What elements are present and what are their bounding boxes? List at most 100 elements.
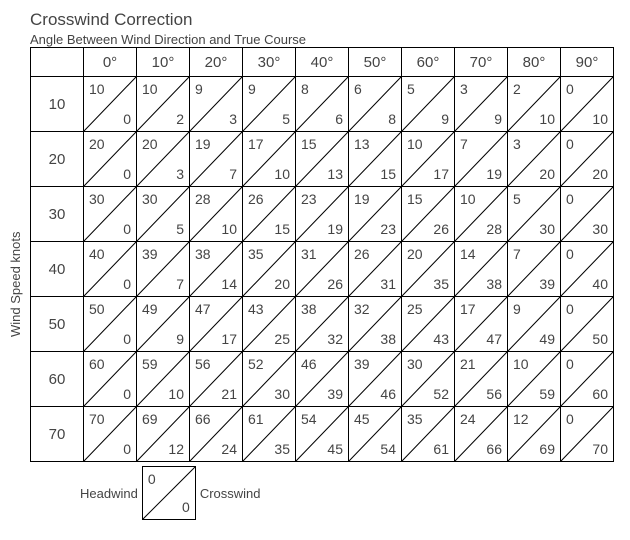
crosswind-value: 30	[592, 221, 608, 237]
data-cell: 3520	[243, 242, 296, 297]
crosswind-value: 21	[221, 386, 237, 402]
data-cell: 300	[84, 187, 137, 242]
data-cell: 200	[84, 132, 137, 187]
column-header: 0°	[84, 48, 137, 77]
headwind-value: 39	[354, 356, 370, 372]
headwind-value: 52	[248, 356, 264, 372]
crosswind-value: 19	[486, 166, 502, 182]
crosswind-value: 7	[176, 276, 184, 292]
headwind-value: 13	[354, 136, 370, 152]
data-cell: 6624	[190, 407, 243, 462]
column-header: 50°	[349, 48, 402, 77]
data-cell: 3052	[402, 352, 455, 407]
headwind-value: 5	[513, 191, 521, 207]
headwind-value: 30	[142, 191, 158, 207]
row-header: 50	[31, 297, 84, 352]
headwind-value: 14	[460, 246, 476, 262]
data-cell: 719	[455, 132, 508, 187]
data-cell: 95	[243, 77, 296, 132]
data-cell: 14 38	[455, 242, 508, 297]
table-row: 6060059105621523046393946305221561059060	[31, 352, 614, 407]
headwind-value: 10	[142, 81, 158, 97]
data-cell: 397	[137, 242, 190, 297]
data-cell: 5445	[296, 407, 349, 462]
data-cell: 4639	[296, 352, 349, 407]
headwind-value: 38	[301, 301, 317, 317]
headwind-value: 20	[407, 246, 423, 262]
crosswind-value: 6	[335, 111, 343, 127]
data-cell: 320	[508, 132, 561, 187]
crosswind-value: 28	[486, 221, 502, 237]
headwind-value: 35	[407, 411, 423, 427]
headwind-value: 61	[248, 411, 264, 427]
headwind-value: 24	[460, 411, 476, 427]
headwind-value: 0	[566, 246, 574, 262]
table-row: 10100102939586685939210010	[31, 77, 614, 132]
crosswind-value: 9	[494, 111, 502, 127]
column-header: 10°	[137, 48, 190, 77]
data-cell: 499	[137, 297, 190, 352]
data-cell: 3126	[296, 242, 349, 297]
headwind-value: 59	[142, 356, 158, 372]
data-cell: 5910	[137, 352, 190, 407]
table-row: 40400397381435203126263120351438739040	[31, 242, 614, 297]
crosswind-value: 19	[327, 221, 343, 237]
headwind-value: 70	[89, 411, 105, 427]
crosswind-value: 26	[327, 276, 343, 292]
headwind-value: 32	[354, 301, 370, 317]
headwind-value: 56	[195, 356, 211, 372]
crosswind-value: 66	[486, 441, 502, 457]
data-cell: 739	[508, 242, 561, 297]
headwind-value: 3	[513, 136, 521, 152]
crosswind-value: 17	[221, 331, 237, 347]
data-cell: 2810	[190, 187, 243, 242]
column-header: 30°	[243, 48, 296, 77]
headwind-value: 0	[566, 411, 574, 427]
data-cell: 6135	[243, 407, 296, 462]
crosswind-value: 17	[433, 166, 449, 182]
data-cell: 100	[84, 77, 137, 132]
crosswind-value: 69	[539, 441, 555, 457]
data-cell: 5230	[243, 352, 296, 407]
headwind-value: 30	[407, 356, 423, 372]
data-cell: 1747	[455, 297, 508, 352]
crosswind-value: 13	[327, 166, 343, 182]
headwind-value: 0	[566, 301, 574, 317]
crosswind-value: 7	[229, 166, 237, 182]
data-cell: 2543	[402, 297, 455, 352]
headwind-value: 35	[248, 246, 264, 262]
headwind-value: 5	[407, 81, 415, 97]
corner-cell	[31, 48, 84, 77]
column-header: 70°	[455, 48, 508, 77]
data-cell: 1923	[349, 187, 402, 242]
data-cell: 1526	[402, 187, 455, 242]
headwind-value: 15	[407, 191, 423, 207]
headwind-value: 0	[566, 136, 574, 152]
crosswind-value: 40	[592, 276, 608, 292]
data-cell: 1315	[349, 132, 402, 187]
data-cell: 070	[561, 407, 614, 462]
crosswind-value: 49	[539, 331, 555, 347]
headwind-value: 9	[513, 301, 521, 317]
data-cell: 39	[455, 77, 508, 132]
headwind-value: 30	[89, 191, 105, 207]
crosswind-value: 56	[486, 386, 502, 402]
data-cell: 600	[84, 352, 137, 407]
headwind-value: 19	[195, 136, 211, 152]
crosswind-value: 20	[592, 166, 608, 182]
crosswind-value: 59	[539, 386, 555, 402]
headwind-value: 43	[248, 301, 264, 317]
legend-cell: 0 0	[142, 466, 196, 520]
y-axis-label: Wind Speed knots	[8, 231, 23, 337]
column-header: 90°	[561, 48, 614, 77]
data-cell: 2035	[402, 242, 455, 297]
data-cell: 3946	[349, 352, 402, 407]
data-cell: 305	[137, 187, 190, 242]
data-cell: 4554	[349, 407, 402, 462]
crosswind-value: 38	[486, 276, 502, 292]
data-cell: 3238	[349, 297, 402, 352]
data-cell: 210	[508, 77, 561, 132]
column-header: 20°	[190, 48, 243, 77]
data-cell: 400	[84, 242, 137, 297]
headwind-value: 15	[301, 136, 317, 152]
